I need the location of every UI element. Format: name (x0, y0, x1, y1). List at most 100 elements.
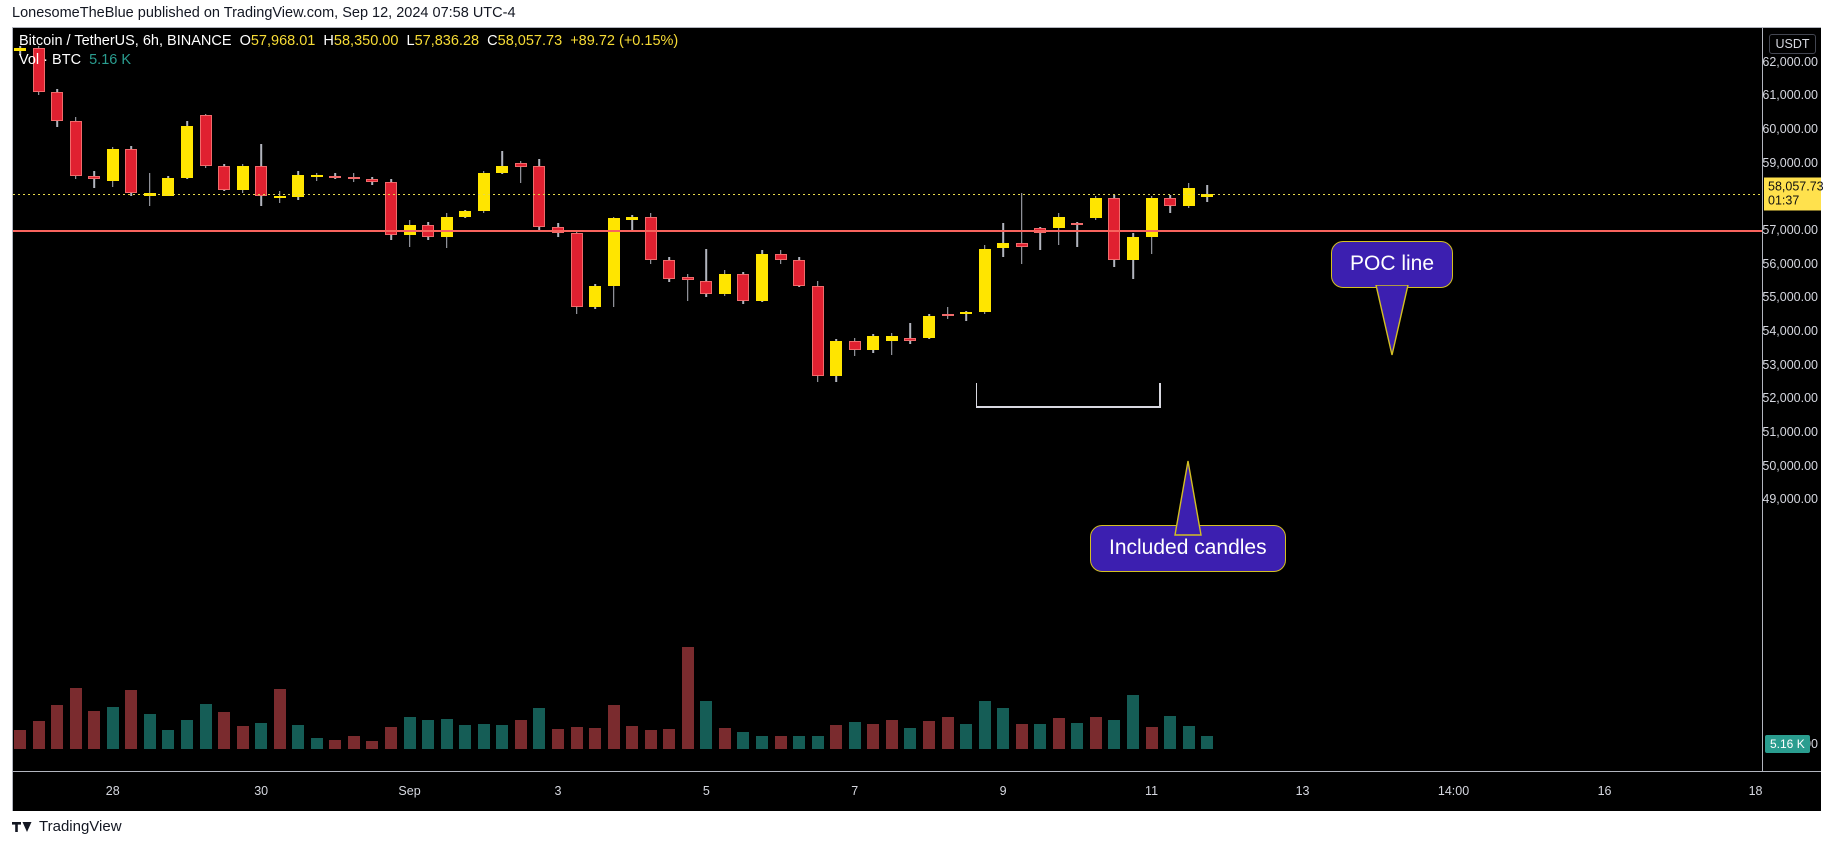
current-price-value: 58,057.73 (1768, 179, 1824, 194)
poc-line-callout[interactable]: POC line (1331, 241, 1454, 356)
candle-body (1071, 223, 1084, 226)
volume-value-chip: 5.16 K (1765, 735, 1810, 753)
price-axis-tick: 53,000.00 (1762, 357, 1818, 372)
volume-bar (440, 719, 453, 749)
volume-bar (626, 725, 639, 749)
candle-body (811, 285, 824, 377)
volume-bar (385, 726, 397, 749)
time-axis-tick: 28 (105, 784, 120, 798)
candle-body (589, 285, 602, 308)
candle-body (366, 179, 379, 183)
candle-body (904, 337, 917, 342)
volume-bar (32, 721, 45, 749)
legend-close-value: 58,057.73 (497, 33, 563, 49)
legend-symbol: Bitcoin / TetherUS, 6h, BINANCE (19, 33, 232, 49)
candle-body (681, 277, 694, 281)
volume-bar (310, 738, 323, 749)
legend-open-label: O (239, 33, 251, 49)
volume-bar (570, 726, 583, 749)
candle-body (1015, 243, 1028, 247)
candle-body (385, 182, 397, 236)
volume-bar (14, 729, 26, 749)
volume-bar (106, 706, 119, 749)
volume-bar (589, 727, 602, 749)
volume-bar (811, 736, 824, 749)
volume-bar (607, 704, 620, 749)
price-axis-tick: 61,000.00 (1762, 88, 1818, 103)
time-axis-tick: 14:00 (1437, 784, 1470, 798)
candle-wick (93, 171, 95, 188)
candle-body (978, 248, 991, 313)
candle-body (644, 216, 657, 261)
legend-open-value: 57,968.01 (250, 33, 316, 49)
poc-horizontal-line[interactable] (13, 229, 1762, 232)
volume-bar (125, 690, 138, 749)
candle-body (496, 165, 509, 173)
price-axis-tick: 52,000.00 (1762, 391, 1818, 406)
volume-bar (941, 717, 954, 749)
volume-bar (533, 707, 546, 749)
volume-bar (1089, 717, 1102, 749)
volume-bar (69, 688, 82, 749)
candle-body (514, 163, 527, 167)
bracket-right-cap (1158, 383, 1161, 408)
candle-wick (1076, 221, 1079, 247)
candle-body (626, 216, 639, 220)
candle-body (663, 260, 676, 279)
candle-body (1182, 187, 1195, 207)
volume-bar (496, 724, 509, 749)
volume-bar (180, 720, 193, 749)
candle-body (459, 211, 472, 217)
price-axis-unit-chip[interactable]: USDT (1769, 34, 1816, 54)
time-axis[interactable]: 28 30 Sep 3 5 7 9 11 13 14:00 16 18 (13, 771, 1821, 811)
candle-body (440, 216, 453, 237)
volume-bar (329, 740, 342, 749)
candle-body (199, 115, 212, 166)
time-axis-tick: 5 (702, 784, 710, 798)
candle-wick (149, 172, 151, 207)
candle-body (310, 175, 323, 178)
time-axis-tick: 18 (1748, 784, 1763, 798)
legend-volume-label: Vol · BTC (19, 52, 82, 68)
candle-body (329, 176, 342, 179)
candle-body (570, 233, 583, 308)
current-price-chip: 58,057.73 01:37 (1764, 177, 1824, 211)
volume-bar (997, 707, 1010, 749)
price-axis-tick: 56,000.00 (1762, 256, 1818, 271)
volume-bar (199, 703, 212, 749)
included-candles-bracket (975, 373, 1161, 408)
volume-bar (848, 722, 861, 749)
price-axis[interactable]: USDT 62,000.00 61,000.00 60,000.00 59,000.0… (1762, 28, 1824, 771)
volume-bar (1034, 723, 1047, 749)
volume-bar (960, 723, 973, 749)
volume-bar (718, 727, 731, 749)
volume-bar (366, 741, 379, 749)
legend-low-value: 57,836.28 (414, 33, 480, 49)
volume-bar (403, 717, 416, 749)
tradingview-screenshot: LonesomeTheBlue published on TradingView… (0, 0, 1833, 844)
candle-body (88, 176, 101, 179)
attribution-bar: LonesomeTheBlue published on TradingView… (0, 0, 1833, 27)
candle-body (941, 314, 954, 317)
volume-bar (1127, 695, 1139, 749)
candle-body (347, 177, 360, 180)
volume-bar (143, 714, 156, 749)
candle-body (867, 336, 880, 350)
time-axis-tick: 3 (554, 784, 562, 798)
included-candles-callout[interactable]: Included candles (1090, 460, 1286, 572)
current-price-dotted-line (13, 194, 1762, 196)
volume-bar (904, 727, 917, 749)
candle-body (718, 273, 731, 294)
poc-callout-tail (1375, 285, 1409, 356)
volume-bar (88, 711, 101, 749)
candle-body (1052, 216, 1065, 229)
volume-bar (422, 720, 435, 749)
volume-bar (663, 728, 676, 749)
candle-body (69, 120, 82, 177)
candle-body (106, 149, 119, 182)
bracket-bar (975, 406, 1161, 408)
candle-body (997, 243, 1010, 249)
candle-body (125, 149, 138, 193)
price-pane[interactable]: POC line Included candles Bitcoin / Teth… (13, 28, 1762, 771)
time-axis-tick: 13 (1295, 784, 1310, 798)
